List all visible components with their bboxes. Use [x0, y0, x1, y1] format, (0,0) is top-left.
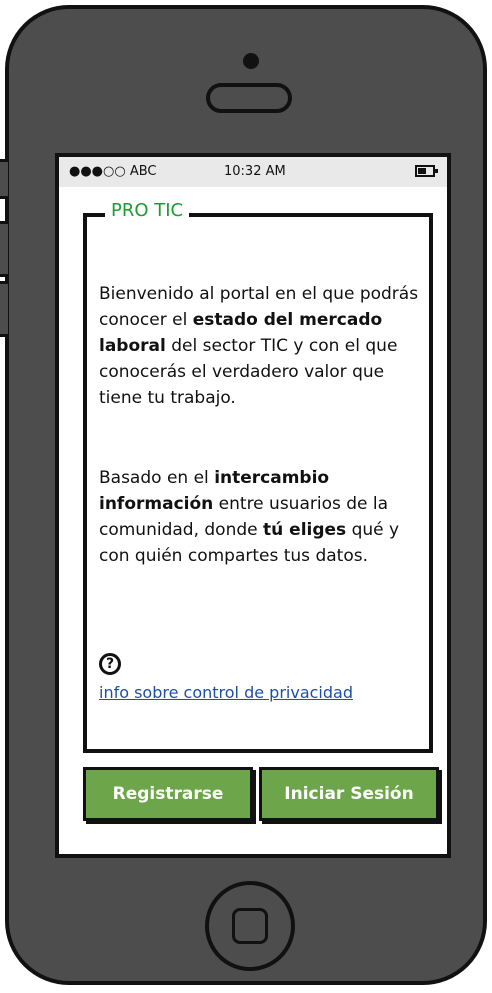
intro-text: Bienvenido al portal en el que podrás co…: [99, 281, 419, 411]
home-square-icon: [232, 908, 268, 944]
volume-up-button: [0, 221, 8, 277]
phone-screen: ●●●○○ ABC 10:32 AM PRO TIC Bienvenido al…: [55, 153, 451, 858]
status-time: 10:32 AM: [224, 164, 286, 179]
privacy-info-link[interactable]: info sobre control de privacidad: [99, 683, 353, 702]
register-button[interactable]: Registrarse: [83, 767, 253, 821]
mute-switch: [0, 159, 8, 199]
detail-text-part: Basado en el: [99, 468, 215, 488]
phone-frame: ●●●○○ ABC 10:32 AM PRO TIC Bienvenido al…: [0, 5, 487, 985]
status-bar: ●●●○○ ABC 10:32 AM: [59, 157, 447, 187]
battery-icon: [415, 165, 438, 177]
login-button[interactable]: Iniciar Sesión: [259, 767, 439, 821]
speaker-grille: [206, 83, 292, 113]
help-icon[interactable]: ?: [99, 653, 121, 675]
detail-text-bold: tú eliges: [263, 520, 347, 540]
home-button[interactable]: [205, 881, 295, 971]
camera-icon: [243, 53, 259, 69]
carrier-signal: ●●●○○ ABC: [69, 164, 157, 179]
detail-text: Basado en el intercambio información ent…: [99, 465, 419, 569]
volume-down-button: [0, 281, 8, 337]
welcome-panel: PRO TIC Bienvenido al portal en el que p…: [83, 200, 433, 753]
panel-title: PRO TIC: [105, 200, 190, 221]
